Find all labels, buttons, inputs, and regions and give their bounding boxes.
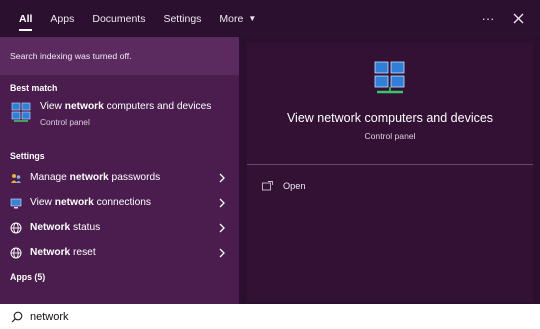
settings-item-manage-passwords[interactable]: Manage network passwords [0, 165, 239, 190]
open-window-icon [262, 181, 273, 191]
network-computers-icon [374, 61, 405, 94]
chevron-right-icon [219, 223, 225, 232]
preview-panel: View network computers and devices Contr… [247, 43, 533, 302]
tab-all-label: All [19, 12, 33, 25]
preview-subtitle: Control panel [364, 131, 416, 141]
preview-header: View network computers and devices Contr… [247, 43, 533, 165]
settings-item-network-reset[interactable]: Network reset [0, 240, 239, 265]
tab-settings-label: Settings [163, 12, 202, 25]
globe-icon [10, 247, 22, 259]
settings-item-view-connections[interactable]: View network connections [0, 190, 239, 215]
chevron-right-icon [219, 248, 225, 257]
open-action[interactable]: Open [247, 171, 533, 201]
apps-heading[interactable]: Apps (5) [0, 268, 239, 286]
caret-down-icon: ▼ [248, 14, 257, 23]
globe-icon [10, 222, 22, 234]
settings-item-label: Network reset [30, 247, 96, 258]
search-icon [11, 311, 23, 322]
settings-heading: Settings [10, 151, 45, 161]
search-tabs-bar: All Apps Documents Settings More ▼ ··· [0, 0, 540, 37]
settings-item-label: Network status [30, 222, 101, 233]
open-action-label: Open [283, 181, 306, 191]
best-match-heading: Best match [10, 83, 58, 93]
settings-item-label: Manage network passwords [30, 172, 161, 183]
tab-apps-label: Apps [50, 12, 75, 25]
people-icon [10, 172, 22, 184]
settings-item-label: View network connections [30, 197, 151, 208]
search-box[interactable] [0, 304, 540, 329]
tab-documents-label: Documents [92, 12, 146, 25]
results-panel: Search indexing was turned off. Best mat… [0, 37, 239, 304]
search-input[interactable] [30, 310, 330, 323]
indexing-notice[interactable]: Search indexing was turned off. [0, 37, 239, 75]
close-icon[interactable] [503, 0, 533, 37]
best-match-title: View network computers and devices [40, 101, 212, 112]
tab-documents[interactable]: Documents [83, 0, 154, 37]
tab-apps[interactable]: Apps [41, 0, 83, 37]
best-match-subtitle: Control panel [40, 117, 90, 127]
ellipsis-icon[interactable]: ··· [473, 0, 503, 37]
chevron-right-icon [219, 173, 225, 182]
tab-all[interactable]: All [0, 0, 41, 37]
settings-item-network-status[interactable]: Network status [0, 215, 239, 240]
network-computers-icon [11, 102, 31, 122]
tab-more-label: More [219, 12, 244, 25]
tab-more[interactable]: More ▼ [210, 0, 265, 37]
network-adapter-icon [10, 197, 22, 209]
best-match-item[interactable]: View network computers and devices Contr… [0, 97, 239, 145]
tab-settings[interactable]: Settings [154, 0, 210, 37]
preview-title: View network computers and devices [286, 111, 494, 125]
chevron-right-icon [219, 198, 225, 207]
